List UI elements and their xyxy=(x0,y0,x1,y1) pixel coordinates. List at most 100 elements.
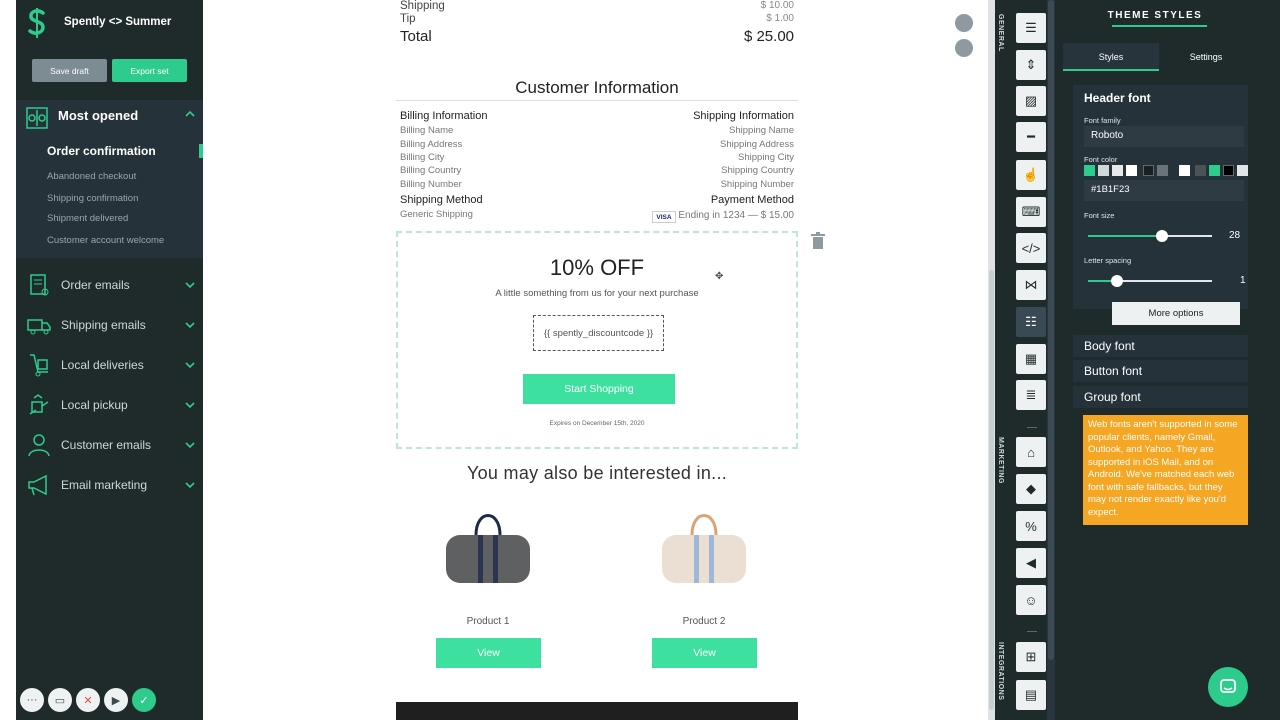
email-canvas: Shipping $ 10.00 Tip $ 1.00 Total $ 25.0… xyxy=(203,0,993,720)
megaphone-icon xyxy=(28,474,47,496)
tag-block-icon[interactable]: ⌂ xyxy=(1016,437,1046,467)
group-font-row[interactable]: Group font xyxy=(1073,386,1248,408)
sidebar-item-shipment-delivered[interactable]: Shipment delivered xyxy=(47,213,128,224)
color-swatch[interactable] xyxy=(1112,165,1123,176)
color-swatch[interactable] xyxy=(1179,165,1190,176)
save-draft-button[interactable]: Save draft xyxy=(32,59,107,82)
chevron-down-icon[interactable] xyxy=(185,440,195,450)
image-block-icon[interactable]: ▨ xyxy=(1016,86,1046,116)
product-1-view-button[interactable]: View xyxy=(436,638,541,668)
body-font-row[interactable]: Body font xyxy=(1073,335,1248,357)
label-block-icon[interactable]: ◆ xyxy=(1016,474,1046,504)
mobile-preview-icon[interactable] xyxy=(955,39,973,57)
font-size-slider-knob[interactable] xyxy=(1156,230,1168,242)
sidebar-section-local-deliveries[interactable]: Local deliveries xyxy=(16,348,203,382)
share-block-icon[interactable]: ⋈ xyxy=(1016,270,1046,300)
spacer-block-icon[interactable]: ⇕ xyxy=(1016,50,1046,80)
letter-spacing-slider-knob[interactable] xyxy=(1111,275,1123,287)
sidebar-section-customer-emails[interactable]: Customer emails xyxy=(16,428,203,462)
desktop-preview-icon[interactable] xyxy=(955,14,973,32)
color-swatch[interactable] xyxy=(1143,165,1154,176)
shipping-line: Shipping Number xyxy=(720,179,794,190)
chevron-down-icon[interactable] xyxy=(185,480,195,490)
shipping-method-title: Shipping Method xyxy=(400,194,483,206)
billing-line: Billing Number xyxy=(400,179,462,190)
font-size-value: 28 xyxy=(1229,230,1241,241)
sidebar-section-label: Local pickup xyxy=(61,398,128,412)
table-block-icon[interactable]: ▦ xyxy=(1016,344,1046,374)
chevron-down-icon[interactable] xyxy=(185,360,195,370)
sidebar-item-shipping-confirmation[interactable]: Shipping confirmation xyxy=(47,193,138,204)
more-options-button[interactable]: More options xyxy=(1112,302,1240,325)
email-footer xyxy=(396,702,798,720)
code-block-icon[interactable]: </> xyxy=(1016,233,1046,263)
shipping-label: Shipping xyxy=(400,0,445,12)
sidebar-item-abandoned-checkout[interactable]: Abandoned checkout xyxy=(47,171,136,182)
sidebar-section-local-pickup[interactable]: Local pickup xyxy=(16,388,203,422)
sidebar-section-label: Order emails xyxy=(61,278,130,292)
product-2-view-button[interactable]: View xyxy=(652,638,757,668)
button-font-row[interactable]: Button font xyxy=(1073,360,1248,382)
payment-method-title: Payment Method xyxy=(710,194,794,206)
pdf-block-icon[interactable]: ▤ xyxy=(1016,680,1046,710)
sidebar-section-shipping-emails[interactable]: Shipping emails xyxy=(16,308,203,342)
user-icon xyxy=(28,434,50,457)
keyboard-block-icon[interactable]: ⌨ xyxy=(1016,197,1046,227)
spently-logo-icon xyxy=(28,8,45,38)
smiley-block-icon[interactable]: ☺ xyxy=(1016,585,1046,615)
tab-styles[interactable]: Styles xyxy=(1063,43,1159,71)
font-color-input[interactable]: #1B1F23 xyxy=(1084,180,1244,201)
color-swatch[interactable] xyxy=(1223,165,1234,176)
pause-icon[interactable]: ▶ xyxy=(104,688,128,712)
font-size-slider-track[interactable] xyxy=(1167,235,1212,237)
color-swatch[interactable] xyxy=(1237,165,1248,176)
start-shopping-button[interactable]: Start Shopping xyxy=(523,374,675,404)
tool-strip-scrollbar-thumb[interactable] xyxy=(1048,0,1054,660)
list-block-icon[interactable]: ☷ xyxy=(1016,307,1046,337)
color-swatch[interactable] xyxy=(1084,165,1095,176)
header-font-title[interactable]: Header font xyxy=(1084,91,1151,105)
font-color-label: Font color xyxy=(1084,155,1118,164)
font-family-select[interactable]: Roboto xyxy=(1084,126,1244,147)
button-block-icon[interactable]: ☝ xyxy=(1016,160,1046,190)
sidebar-section-label: Shipping emails xyxy=(61,318,146,332)
sidebar-item-order-confirmation[interactable]: Order confirmation xyxy=(47,144,156,158)
move-icon[interactable]: ✥ xyxy=(715,271,723,282)
percent-block-icon[interactable]: % xyxy=(1016,511,1046,541)
camera-icon[interactable]: ▭ xyxy=(48,688,72,712)
color-swatch[interactable] xyxy=(1157,165,1168,176)
more-icon[interactable]: ··· xyxy=(20,688,44,712)
canvas-scrollbar-thumb[interactable] xyxy=(989,270,994,710)
megaphone-block-icon[interactable]: ◀ xyxy=(1016,548,1046,578)
divider xyxy=(1027,427,1037,428)
trash-icon[interactable] xyxy=(808,231,828,251)
rows-block-icon[interactable]: ≣ xyxy=(1016,380,1046,410)
export-set-button[interactable]: Export set xyxy=(112,59,187,82)
section-title-most-opened[interactable]: Most opened xyxy=(58,108,138,123)
sidebar-item-customer-account-welcome[interactable]: Customer account welcome xyxy=(47,235,164,246)
sidebar-section-order-emails[interactable]: Order emails xyxy=(16,268,203,302)
chevron-down-icon[interactable] xyxy=(185,400,195,410)
tab-settings[interactable]: Settings xyxy=(1161,43,1251,71)
pickup-icon xyxy=(29,394,49,415)
marketing-section-label: MARKETING xyxy=(997,437,1004,484)
color-swatch[interactable] xyxy=(1098,165,1109,176)
sidebar-section-email-marketing[interactable]: Email marketing xyxy=(16,468,203,502)
text-block-icon[interactable]: ☰ xyxy=(1016,13,1046,43)
color-swatch[interactable] xyxy=(1195,165,1206,176)
total-value: $ 25.00 xyxy=(743,28,794,45)
discount-block[interactable]: 10% OFF A little something from us for y… xyxy=(396,231,798,449)
color-swatch[interactable] xyxy=(1126,165,1137,176)
chat-launcher-button[interactable] xyxy=(1208,667,1248,707)
close-icon[interactable]: ✕ xyxy=(76,688,100,712)
chat-icon xyxy=(1220,679,1236,693)
integration-block-icon[interactable]: ⊞ xyxy=(1016,642,1046,672)
customer-info-title: Customer Information xyxy=(515,78,679,97)
chevron-down-icon[interactable] xyxy=(185,320,195,330)
divider-block-icon[interactable]: ━ xyxy=(1016,122,1046,152)
check-icon[interactable]: ✓ xyxy=(132,688,156,712)
chevron-up-icon[interactable] xyxy=(185,109,195,119)
chevron-down-icon[interactable] xyxy=(185,280,195,290)
active-tab-indicator xyxy=(1063,69,1159,71)
color-swatch[interactable] xyxy=(1209,165,1220,176)
